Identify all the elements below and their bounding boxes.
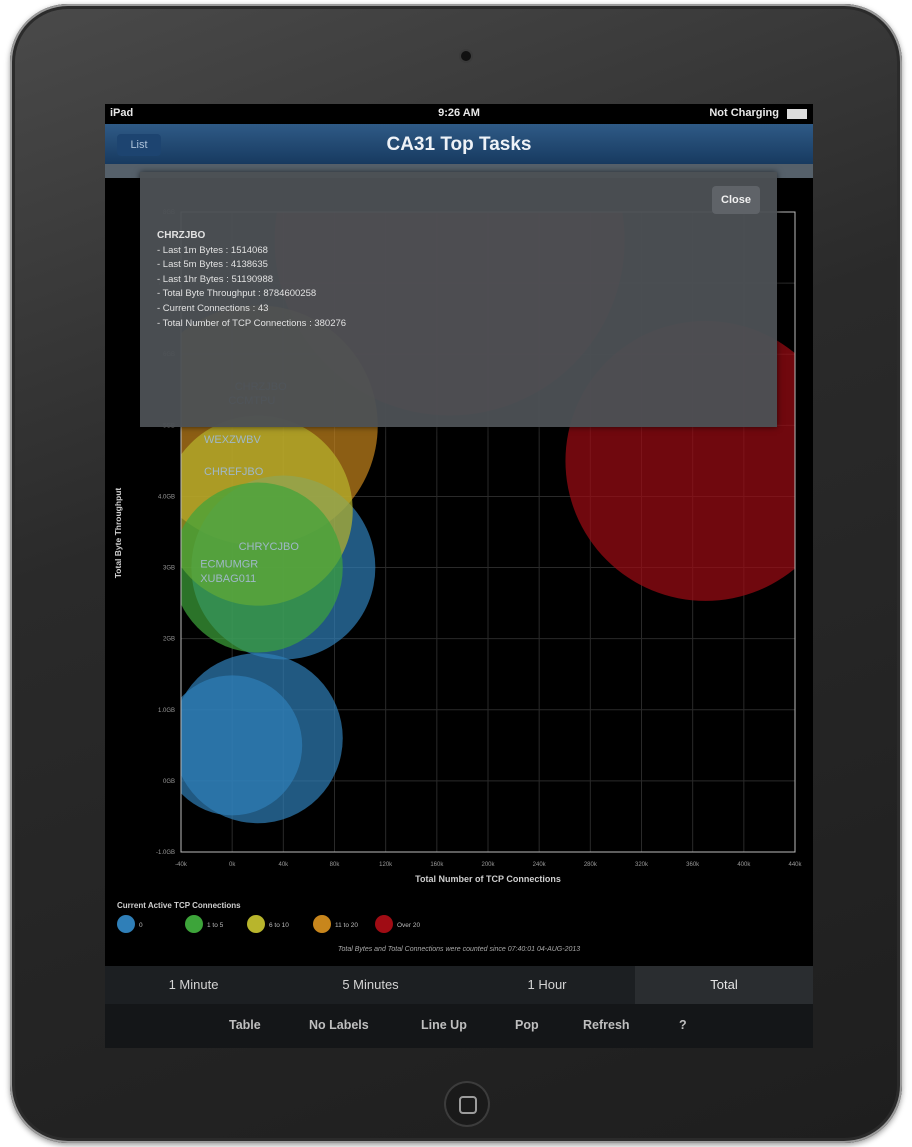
x-tick-label: 0k [229, 862, 236, 868]
tab-total[interactable]: Total [635, 966, 813, 1004]
data-bubble [181, 675, 303, 816]
table-button[interactable]: Table [229, 1018, 261, 1032]
x-tick-label: 360k [686, 862, 700, 868]
x-tick-label: 160k [430, 862, 444, 868]
y-tick-label: 1.0GB [158, 708, 175, 714]
bubble-label: ECMUMGR [200, 559, 258, 571]
legend-swatch [247, 915, 265, 933]
battery-icon [787, 109, 807, 119]
status-bar: iPad 9:26 AM Not Charging [105, 104, 813, 124]
chart-footnote: Total Bytes and Total Connections were c… [338, 946, 580, 953]
legend-swatch [313, 915, 331, 933]
x-tick-label: 40k [278, 862, 289, 868]
pop-button[interactable]: Pop [515, 1018, 539, 1032]
x-tick-label: 240k [533, 862, 547, 868]
legend-swatch [375, 915, 393, 933]
action-toolbar: Table No Labels Line Up Pop Refresh ? [105, 1004, 813, 1048]
bubble-label: CHRYCJBO [239, 541, 300, 553]
x-tick-label: -40k [175, 862, 188, 868]
legend-swatch [117, 915, 135, 933]
tab-5-minutes[interactable]: 5 Minutes [282, 966, 459, 1004]
x-axis-title: Total Number of TCP Connections [415, 874, 561, 884]
x-tick-label: 440k [788, 862, 802, 868]
tab-1-minute[interactable]: 1 Minute [105, 966, 282, 1004]
bubble-label: WEXZWBV [204, 434, 261, 446]
detail-line: - Last 1hr Bytes : 51190988 [157, 273, 274, 285]
detail-line: - Last 1m Bytes : 1514068 [157, 244, 268, 256]
x-tick-label: 80k [330, 862, 341, 868]
x-tick-label: 120k [379, 862, 393, 868]
legend-label: 1 to 5 [207, 922, 224, 929]
legend-title: Current Active TCP Connections [117, 901, 241, 910]
detail-line: - Total Number of TCP Connections : 3802… [157, 317, 347, 329]
detail-line: - Total Byte Throughput : 8784600258 [157, 288, 317, 300]
page-title: CA31 Top Tasks [386, 134, 532, 155]
y-tick-label: 0GB [163, 779, 175, 785]
task-name: CHRZJBO [157, 230, 206, 241]
x-tick-label: 400k [737, 862, 751, 868]
app-screen: iPad 9:26 AM Not Charging List CA31 Top … [105, 104, 813, 1048]
time-range-tabs: 1 Minute 5 Minutes 1 Hour Total [105, 966, 813, 1004]
home-square-icon [459, 1096, 477, 1114]
task-detail-text: CHRZJBO - Last 1m Bytes : 1514068 - Last… [157, 229, 346, 331]
navigation-bar: List CA31 Top Tasks [105, 124, 813, 164]
x-tick-label: 200k [481, 862, 495, 868]
legend-label: 0 [139, 922, 143, 929]
detail-line: - Last 5m Bytes : 4138635 [157, 259, 268, 271]
x-tick-label: 320k [635, 862, 649, 868]
status-time: 9:26 AM [438, 107, 480, 119]
y-tick-label: 4.0GB [158, 494, 175, 500]
detail-line: - Current Connections : 43 [157, 302, 269, 314]
bubble-label: XUBAG011 [200, 573, 256, 585]
help-button[interactable]: ? [679, 1018, 687, 1032]
legend-label: 6 to 10 [269, 922, 289, 929]
y-tick-label: 2GB [163, 637, 175, 643]
tab-1-hour[interactable]: 1 Hour [459, 966, 635, 1004]
y-axis-title: Total Byte Throughput [113, 488, 123, 579]
legend-label: 11 to 20 [335, 922, 358, 929]
line-up-button[interactable]: Line Up [421, 1018, 467, 1032]
y-tick-label: 3GB [163, 566, 175, 572]
x-tick-label: 280k [584, 862, 598, 868]
task-detail-popup: Close CHRZJBO - Last 1m Bytes : 1514068 … [140, 172, 777, 427]
y-tick-label: -1.0GB [156, 850, 175, 856]
close-button[interactable]: Close [712, 186, 760, 214]
front-camera [461, 51, 471, 61]
legend-label: Over 20 [397, 922, 421, 929]
charging-status: Not Charging [709, 107, 779, 119]
refresh-button[interactable]: Refresh [583, 1018, 630, 1032]
bubble-label: CHREFJBO [204, 466, 264, 478]
home-button[interactable] [444, 1081, 490, 1127]
no-labels-button[interactable]: No Labels [309, 1018, 369, 1032]
legend-swatch [185, 915, 203, 933]
